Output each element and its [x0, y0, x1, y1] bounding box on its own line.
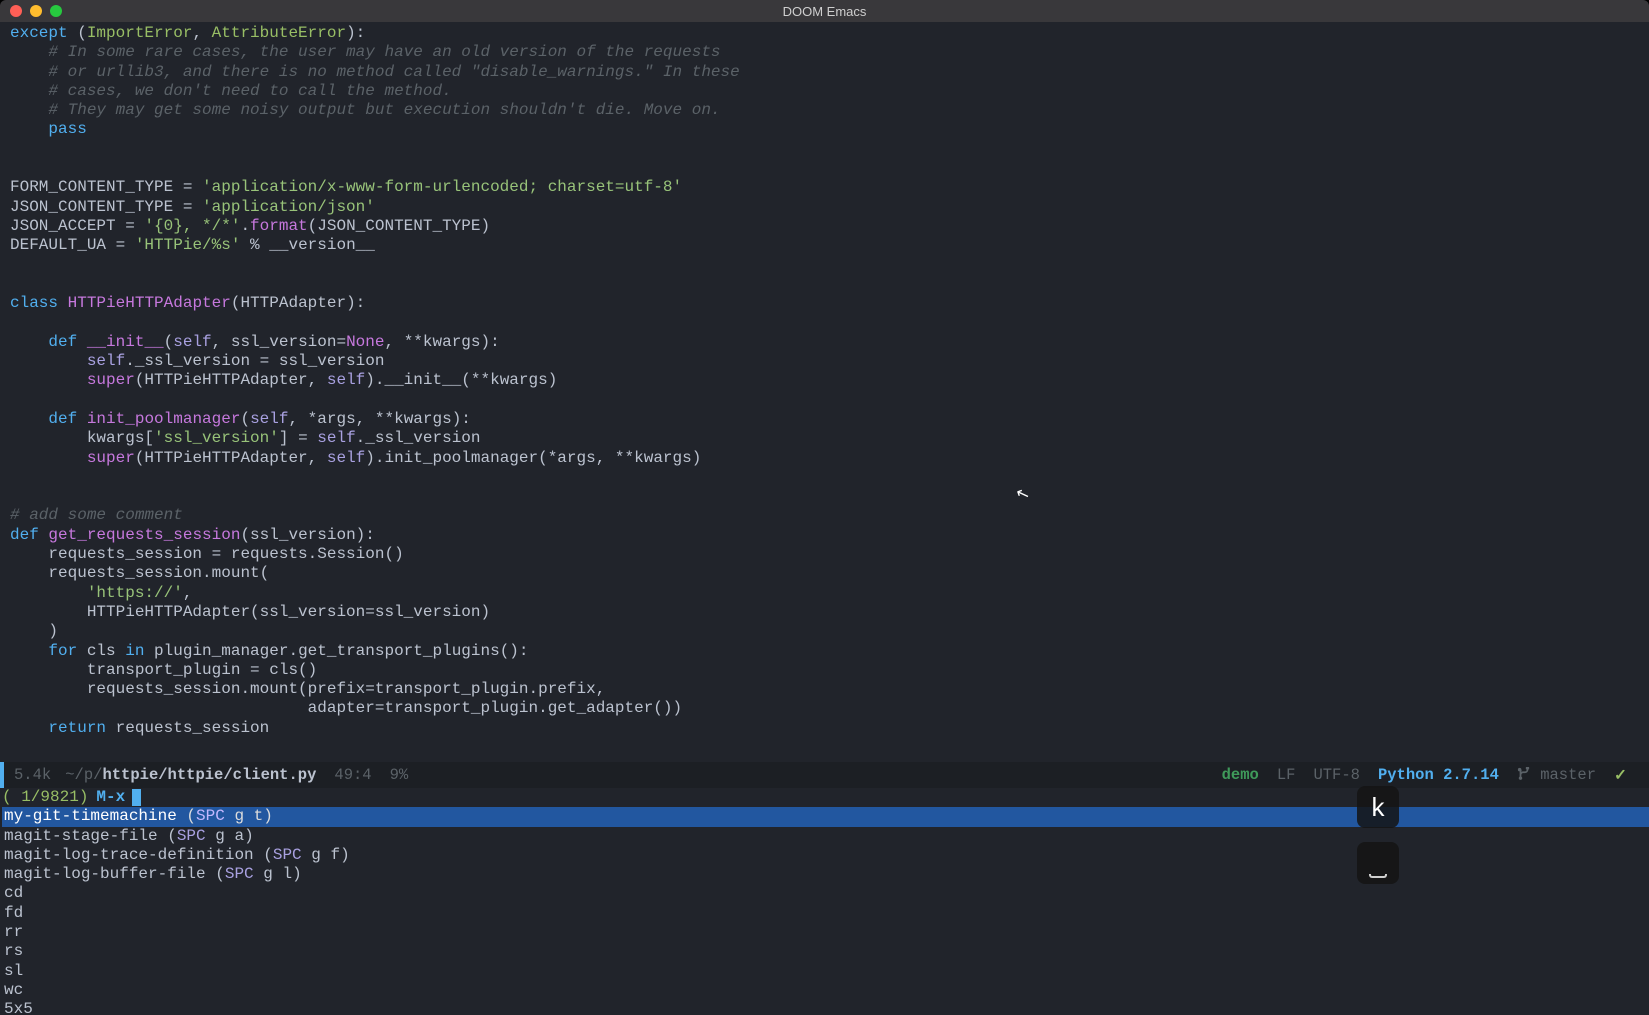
completion-candidate[interactable]: fd — [2, 904, 1649, 923]
modeline-encoding: UTF-8 — [1313, 766, 1360, 784]
modeline-position: 49:4 — [334, 766, 371, 784]
code-line[interactable]: return requests_session — [10, 719, 1643, 738]
modeline-size: 5.4k — [14, 766, 51, 784]
completion-candidate[interactable]: my-git-timemachine (SPC g t) — [2, 807, 1649, 826]
minibuffer-count: ( 1/9821) — [2, 788, 88, 807]
code-line[interactable]: # They may get some noisy output but exe… — [10, 101, 1643, 120]
code-line[interactable]: DEFAULT_UA = 'HTTPie/%s' % __version__ — [10, 236, 1643, 255]
code-line[interactable]: requests_session.mount( — [10, 564, 1643, 583]
git-branch-icon — [1517, 766, 1531, 784]
code-line[interactable] — [10, 313, 1643, 332]
code-line[interactable]: # or urllib3, and there is no method cal… — [10, 63, 1643, 82]
minibuffer-candidates[interactable]: my-git-timemachine (SPC g t)magit-stage-… — [2, 807, 1649, 1015]
code-line[interactable] — [10, 159, 1643, 178]
code-line[interactable]: ) — [10, 622, 1643, 641]
minibuffer-prompt: M-x — [96, 788, 125, 807]
code-line[interactable] — [10, 468, 1643, 487]
modeline-vcs: master — [1517, 766, 1596, 784]
completion-candidate[interactable]: 5x5 — [2, 1000, 1649, 1015]
window-title: DOOM Emacs — [0, 4, 1649, 19]
modeline-branch: master — [1540, 766, 1596, 784]
code-line[interactable] — [10, 487, 1643, 506]
code-line[interactable]: FORM_CONTENT_TYPE = 'application/x-www-f… — [10, 178, 1643, 197]
modeline-workspace: demo — [1222, 766, 1259, 784]
code-line[interactable]: self._ssl_version = ssl_version — [10, 352, 1643, 371]
modeline-flycheck-ok-icon: ✓ — [1614, 766, 1627, 785]
modeline: 5.4k ~/p/httpie/httpie/client.py 49:4 9%… — [0, 762, 1649, 788]
code-line[interactable]: adapter=transport_plugin.get_adapter()) — [10, 699, 1643, 718]
modeline-filename: client.py — [233, 766, 317, 784]
code-line[interactable]: def __init__(self, ssl_version=None, **k… — [10, 333, 1643, 352]
code-line[interactable] — [10, 256, 1643, 275]
completion-candidate[interactable]: wc — [2, 981, 1649, 1000]
modeline-percent: 9% — [390, 766, 409, 784]
code-line[interactable] — [10, 140, 1643, 159]
code-line[interactable]: JSON_CONTENT_TYPE = 'application/json' — [10, 198, 1643, 217]
code-line[interactable]: transport_plugin = cls() — [10, 661, 1643, 680]
modeline-major-mode: Python 2.7.14 — [1378, 766, 1499, 784]
minibuffer-prompt-line: ( 1/9821) M-x — [2, 788, 1649, 807]
code-line[interactable]: def init_poolmanager(self, *args, **kwar… — [10, 410, 1643, 429]
code-line[interactable]: JSON_ACCEPT = '{0}, */*'.format(JSON_CON… — [10, 217, 1643, 236]
code-line[interactable]: super(HTTPieHTTPAdapter, self).__init__(… — [10, 371, 1643, 390]
completion-candidate[interactable]: rs — [2, 942, 1649, 961]
completion-candidate[interactable]: sl — [2, 962, 1649, 981]
code-line[interactable]: except (ImportError, AttributeError): — [10, 24, 1643, 43]
code-line[interactable] — [10, 391, 1643, 410]
modeline-eol: LF — [1277, 766, 1296, 784]
code-line[interactable]: super(HTTPieHTTPAdapter, self).init_pool… — [10, 449, 1643, 468]
code-line[interactable]: HTTPieHTTPAdapter(ssl_version=ssl_versio… — [10, 603, 1643, 622]
code-line[interactable]: for cls in plugin_manager.get_transport_… — [10, 642, 1643, 661]
completion-candidate[interactable]: magit-stage-file (SPC g a) — [2, 827, 1649, 846]
completion-candidate[interactable]: cd — [2, 884, 1649, 903]
keycast-modifier — [1357, 842, 1399, 884]
completion-candidate[interactable]: magit-log-trace-definition (SPC g f) — [2, 846, 1649, 865]
code-line[interactable]: kwargs['ssl_version'] = self._ssl_versio… — [10, 429, 1643, 448]
editor-buffer[interactable]: except (ImportError, AttributeError): # … — [0, 22, 1649, 762]
code-line[interactable]: pass — [10, 120, 1643, 139]
code-line[interactable]: class HTTPieHTTPAdapter(HTTPAdapter): — [10, 294, 1643, 313]
minibuffer-cursor[interactable] — [132, 789, 141, 806]
minibuffer[interactable]: ( 1/9821) M-x my-git-timemachine (SPC g … — [0, 788, 1649, 1015]
code-line[interactable] — [10, 275, 1643, 294]
completion-candidate[interactable]: magit-log-buffer-file (SPC g l) — [2, 865, 1649, 884]
keycast-key: k — [1357, 786, 1399, 828]
code-line[interactable]: # add some comment — [10, 506, 1643, 525]
code-line[interactable]: requests_session.mount(prefix=transport_… — [10, 680, 1643, 699]
code-line[interactable]: # In some rare cases, the user may have … — [10, 43, 1643, 62]
modeline-path-root: ~/p/ — [65, 766, 102, 784]
code-line[interactable]: def get_requests_session(ssl_version): — [10, 526, 1643, 545]
titlebar: DOOM Emacs — [0, 0, 1649, 22]
code-line[interactable]: 'https://', — [10, 584, 1643, 603]
code-line[interactable]: requests_session = requests.Session() — [10, 545, 1643, 564]
code-line[interactable]: # cases, we don't need to call the metho… — [10, 82, 1643, 101]
completion-candidate[interactable]: rr — [2, 923, 1649, 942]
modeline-path-main: httpie/httpie/ — [102, 766, 232, 784]
